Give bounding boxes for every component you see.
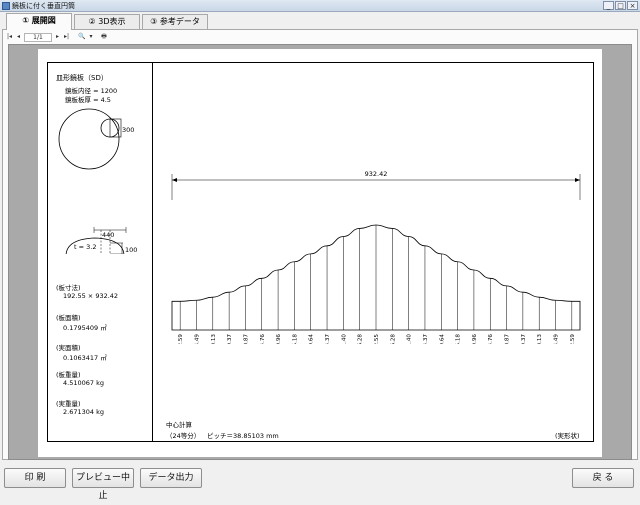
segment-label-2: [02] — 54.49: [194, 334, 200, 344]
segment-label-14: [14] — 186.28: [390, 334, 396, 344]
zoom-icon[interactable]: 🔍: [78, 33, 85, 42]
back-button[interactable]: 戻 る: [572, 468, 634, 488]
prev-page-button[interactable]: ◂: [15, 33, 22, 42]
real-shape-label: (実形状): [555, 432, 580, 440]
segment-label-3: [03] — 60.13: [211, 334, 217, 344]
plate-weight-label: (板重量): [56, 371, 81, 379]
head-sketch: 300 440 100: [58, 108, 137, 254]
export-data-button[interactable]: データ出力: [140, 468, 202, 488]
zoom-dropdown-icon[interactable]: ▾: [87, 33, 94, 42]
segment-label-6: [06] — 94.76: [260, 334, 266, 344]
pitch-value: ピッチ＝38.85103 mm: [207, 432, 279, 440]
segment-label-18: [18] — 125.18: [456, 334, 462, 344]
segment-label-19: [19] — 109.96: [472, 334, 478, 344]
segment-label-5: [05] — 80.87: [243, 334, 249, 344]
bottom-bar: 印 刷 プレビュー中止 データ出力 戻 る: [0, 462, 640, 501]
next-page-button[interactable]: ▸: [54, 33, 61, 42]
dim-440-label: 440: [102, 231, 114, 239]
segment-label-4: [04] — 69.37: [227, 334, 233, 344]
print-button[interactable]: 印 刷: [4, 468, 66, 488]
plate-weight-value: 4.510067 kg: [63, 379, 104, 387]
head-type-heading: 皿形鏡板（SD）: [56, 74, 108, 82]
development-drawing: 932.42 [01] — 52.59 [02] — 54.49 [03] — 60…: [171, 170, 581, 344]
real-area-value: 0.1063417 ㎡: [63, 354, 107, 362]
segment-label-7: [07] — 109.96: [276, 334, 282, 344]
title-bar: 鏡板に付く垂直円筒 _ □ ×: [0, 0, 640, 12]
top-view-diagram: [58, 108, 122, 170]
segment-label-24: [24] — 54.49: [554, 334, 560, 344]
page-indicator[interactable]: 1/1: [24, 33, 52, 42]
segment-label-15: [15] — 171.40: [407, 334, 413, 344]
segment-label-22: [22] — 69.37: [521, 334, 527, 344]
real-weight-label: (実重量): [56, 400, 81, 408]
segment-label-23: [23] — 60.13: [537, 334, 543, 344]
tab-development[interactable]: ① 展開図: [6, 13, 72, 30]
tab-reference-data[interactable]: ③ 参考データ: [142, 14, 208, 29]
close-button[interactable]: ×: [627, 1, 638, 10]
plate-area-value: 0.1795409 ㎡: [63, 324, 107, 332]
dim-100-label: 100: [125, 246, 137, 254]
tab-bar: ① 展開図 ② 3D表示 ③ 参考データ: [2, 13, 638, 30]
app-icon: [2, 2, 10, 10]
division-count: （24等分）: [166, 432, 201, 440]
print-icon[interactable]: 🖶: [100, 33, 107, 42]
head-thickness: 鏡板板厚 = 4.5: [65, 96, 111, 104]
plate-thickness: t = 3.2: [74, 243, 97, 251]
stop-preview-button[interactable]: プレビュー中止: [72, 468, 134, 501]
minimize-button[interactable]: _: [603, 1, 614, 10]
segment-label-8: [08] — 125.18: [292, 334, 298, 344]
window-title: 鏡板に付く垂直円筒: [12, 2, 75, 10]
tab-3d-view[interactable]: ② 3D表示: [74, 14, 140, 29]
paper-sheet: 皿形鏡板（SD） 鏡板内径 = 1200 鏡板板厚 = 4.5 300 440 …: [38, 49, 602, 457]
segment-label-12: [12] — 186.28: [358, 334, 364, 344]
last-page-button[interactable]: ▸|: [63, 33, 70, 42]
segment-label-17: [17] — 139.64: [439, 334, 445, 344]
segment-label-10: [10] — 154.37: [325, 334, 331, 344]
real-area-label: (実面積): [56, 344, 81, 352]
segment-label-11: [11] — 171.40: [341, 334, 347, 344]
maximize-button[interactable]: □: [615, 1, 626, 10]
calc-title: 中心計算: [166, 421, 192, 429]
real-weight-value: 2.671304 kg: [63, 408, 104, 416]
preview-viewport[interactable]: 皿形鏡板（SD） 鏡板内径 = 1200 鏡板板厚 = 4.5 300 440 …: [8, 44, 632, 460]
segment-label-9: [09] — 139.64: [309, 334, 315, 344]
preview-toolbar: |◂ ◂ 1/1 ▸ ▸| 🔍 ▾ 🖶: [6, 32, 107, 43]
segment-label-25: [25] — 52.59: [570, 334, 576, 344]
plate-area-label: (板面積): [56, 314, 81, 322]
segment-label-21: [21] — 80.87: [505, 334, 511, 344]
frame-divider: [152, 62, 153, 442]
plate-size-label: (板寸法): [56, 284, 81, 292]
plate-size-value: 192.55 × 932.42: [63, 292, 119, 300]
segment-label-20: [20] — 94.76: [488, 334, 494, 344]
dim-300-label: 300: [122, 126, 134, 134]
first-page-button[interactable]: |◂: [6, 33, 13, 42]
segment-label-13: [13] — 192.55: [374, 334, 380, 344]
width-dimension-label: 932.42: [365, 170, 388, 178]
segment-label-16: [16] — 154.37: [423, 334, 429, 344]
segment-label-1: [01] — 52.59: [178, 334, 184, 344]
